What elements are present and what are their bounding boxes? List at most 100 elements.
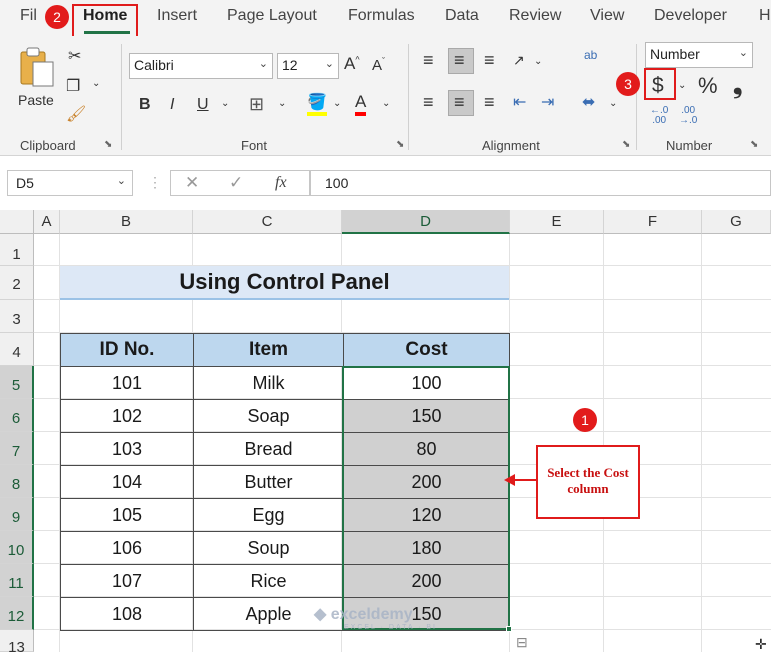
id-cell[interactable]: 102 [60,399,194,433]
item-cell[interactable]: Milk [193,366,344,400]
currency-dropdown-icon[interactable]: ⌄ [678,80,686,91]
column-header-b[interactable]: B [60,210,193,234]
alignment-launcher-icon[interactable]: ⬊ [622,139,630,150]
id-cell[interactable]: 107 [60,564,194,598]
fill-color-icon[interactable]: 🪣 [307,92,327,116]
row-header-2[interactable]: 2 [0,266,34,300]
decrease-font-icon[interactable]: Aˇ [372,56,385,74]
tab-data[interactable]: Data [445,7,479,25]
quick-analysis-icon[interactable]: ⊟ [516,634,528,651]
underline-button[interactable]: U [197,96,209,114]
cancel-icon[interactable]: ✕ [185,173,199,193]
cost-cell[interactable]: 80 [343,432,510,466]
increase-decimal-button[interactable]: ←.0 .00 [650,106,668,126]
column-header-e[interactable]: E [510,210,604,234]
tab-review[interactable]: Review [509,7,561,25]
align-top-icon[interactable]: ≡ [423,50,434,71]
row-header-4[interactable]: 4 [0,333,34,366]
header-cell-cost[interactable]: Cost [343,333,510,367]
tab-page-layout[interactable]: Page Layout [227,7,317,25]
row-header-5[interactable]: 5 [0,366,34,399]
id-cell[interactable]: 106 [60,531,194,565]
bold-button[interactable]: B [139,96,151,114]
id-cell[interactable]: 105 [60,498,194,532]
font-color-dropdown-icon[interactable]: ⌄ [382,98,390,109]
orientation-dropdown-icon[interactable]: ⌄ [534,56,542,67]
cost-cell[interactable]: 100 [343,366,510,400]
merge-dropdown-icon[interactable]: ⌄ [609,98,617,109]
wrap-text-icon[interactable]: ab [584,48,597,62]
number-format-select[interactable]: Number ⌄ [645,42,753,68]
copy-dropdown-icon[interactable]: ⌄ [92,78,100,89]
orientation-icon[interactable]: ↗ [513,52,525,69]
row-header-13[interactable]: 13 [0,630,34,656]
tab-file[interactable]: Fil [20,7,37,25]
row-header-3[interactable]: 3 [0,300,34,333]
column-header-a[interactable]: A [34,210,60,234]
clipboard-launcher-icon[interactable]: ⬊ [104,139,112,150]
enter-icon[interactable]: ✓ [229,173,243,193]
borders-icon[interactable]: ⊞ [249,94,264,115]
row-header-1[interactable]: 1 [0,234,34,266]
item-cell[interactable]: Rice [193,564,344,598]
item-cell[interactable]: Soap [193,399,344,433]
font-size-select[interactable]: 12 ⌄ [277,53,339,79]
tab-help[interactable]: H [759,7,771,25]
cost-cell[interactable]: 150 [343,399,510,433]
borders-dropdown-icon[interactable]: ⌄ [278,98,286,109]
id-cell[interactable]: 103 [60,432,194,466]
cost-cell[interactable]: 200 [343,564,510,598]
increase-font-icon[interactable]: A^ [344,54,360,74]
column-header-d[interactable]: D [342,210,510,234]
row-header-7[interactable]: 7 [0,432,34,465]
column-header-g[interactable]: G [702,210,771,234]
item-cell[interactable]: Butter [193,465,344,499]
formula-input[interactable]: 100 [310,170,771,196]
decrease-decimal-button[interactable]: .00 →.0 [679,106,697,126]
tab-formulas[interactable]: Formulas [348,7,415,25]
insert-function-button[interactable]: fx [275,174,287,192]
select-all-corner[interactable] [0,210,34,234]
merge-center-icon[interactable]: ⬌ [582,92,595,112]
comma-style-button[interactable]: ❟ [733,72,742,100]
paste-button[interactable]: Paste [14,42,60,114]
cut-icon[interactable]: ✂ [68,46,81,66]
row-header-8[interactable]: 8 [0,465,34,498]
font-name-select[interactable]: Calibri ⌄ [129,53,273,79]
fill-handle[interactable] [506,626,512,632]
item-cell[interactable]: Bread [193,432,344,466]
header-cell-item[interactable]: Item [193,333,344,367]
name-box[interactable]: D5 ⌄ [7,170,133,196]
decrease-indent-icon[interactable]: ⇤ [513,92,526,112]
fill-dropdown-icon[interactable]: ⌄ [333,98,341,109]
row-header-10[interactable]: 10 [0,531,34,564]
cost-cell[interactable]: 120 [343,498,510,532]
italic-button[interactable]: I [170,96,174,114]
cost-cell[interactable]: 180 [343,531,510,565]
font-color-button[interactable]: A [355,92,367,116]
cost-cell[interactable]: 200 [343,465,510,499]
header-cell-id[interactable]: ID No. [60,333,194,367]
underline-dropdown-icon[interactable]: ⌄ [221,98,229,109]
copy-icon[interactable]: ❐ [66,76,80,96]
id-cell[interactable]: 101 [60,366,194,400]
increase-indent-icon[interactable]: ⇥ [541,92,554,112]
row-header-11[interactable]: 11 [0,564,34,597]
font-launcher-icon[interactable]: ⬊ [396,139,404,150]
align-right-icon[interactable]: ≡ [484,92,495,113]
tab-insert[interactable]: Insert [157,7,197,25]
align-bottom-icon[interactable]: ≡ [484,50,495,71]
align-left-icon[interactable]: ≡ [423,92,434,113]
row-header-6[interactable]: 6 [0,399,34,432]
column-header-f[interactable]: F [604,210,702,234]
id-cell[interactable]: 104 [60,465,194,499]
tab-view[interactable]: View [590,7,624,25]
row-header-9[interactable]: 9 [0,498,34,531]
item-cell[interactable]: Soup [193,531,344,565]
percent-button[interactable]: % [698,73,718,99]
id-cell[interactable]: 108 [60,597,194,631]
sheet-title-cell[interactable]: Using Control Panel [60,266,509,300]
format-painter-icon[interactable]: 🖌 [66,104,86,124]
column-header-c[interactable]: C [193,210,342,234]
item-cell[interactable]: Egg [193,498,344,532]
